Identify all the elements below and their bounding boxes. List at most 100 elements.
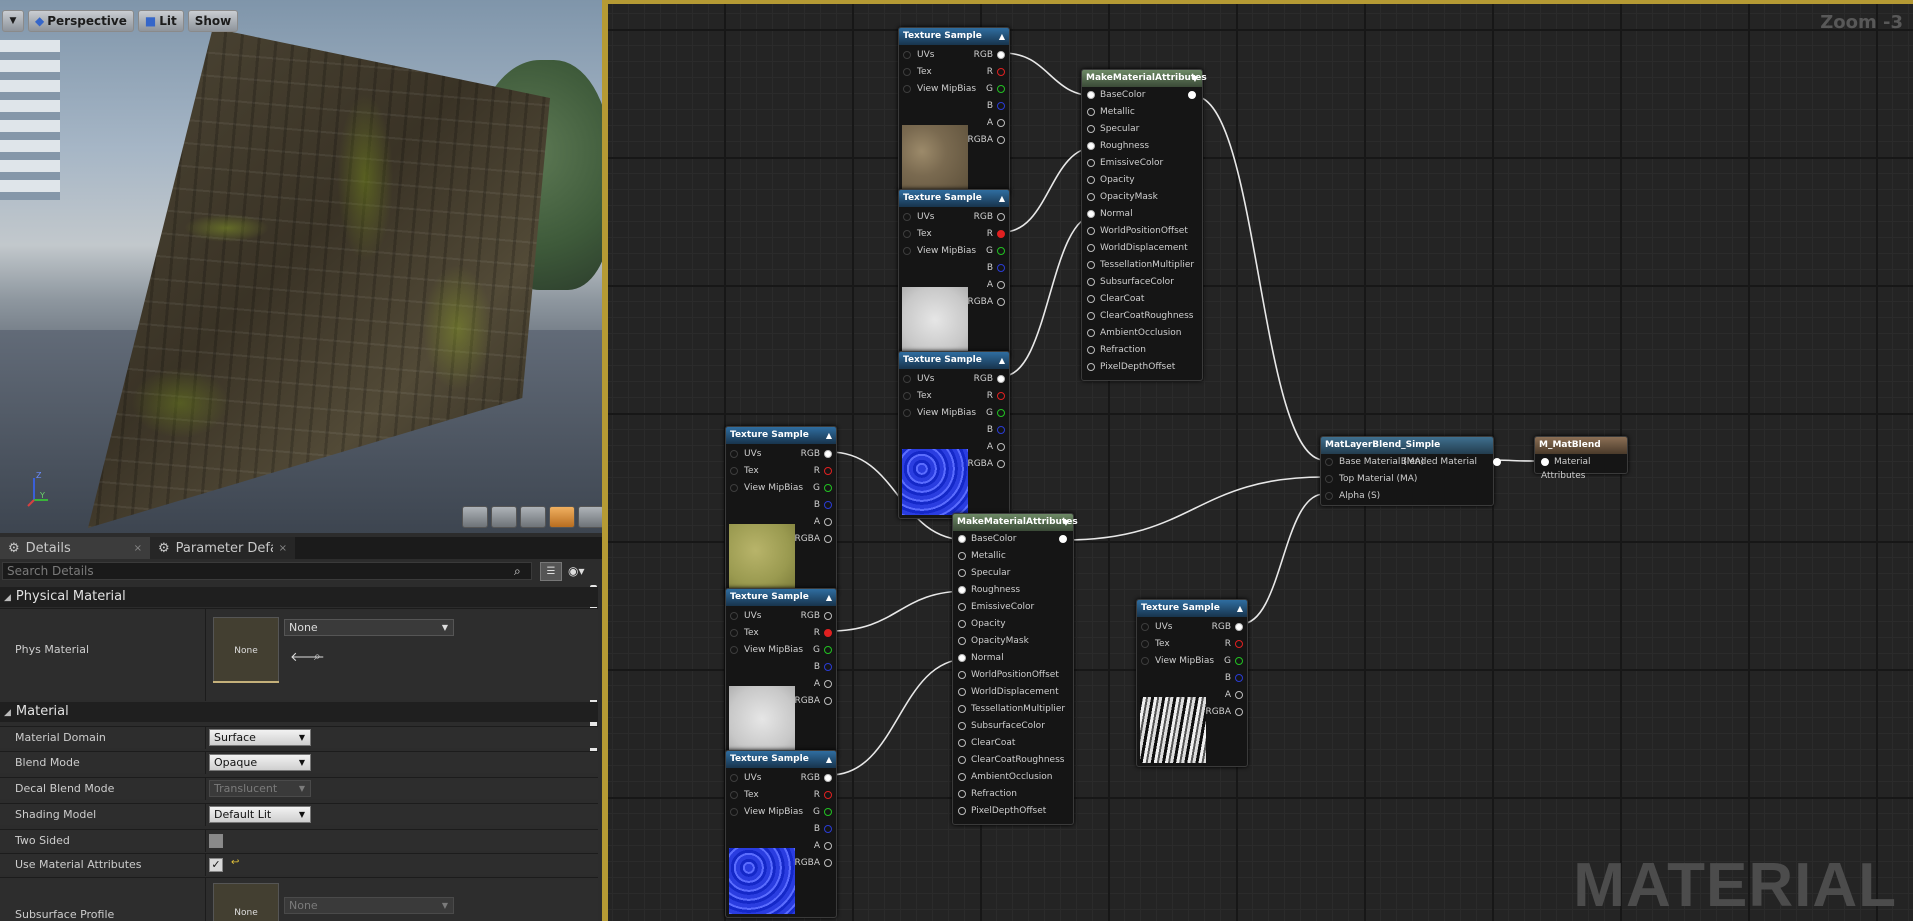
input-pin[interactable] [958, 603, 966, 611]
output-pin[interactable] [997, 443, 1005, 451]
collapse-node-icon[interactable]: ▼ [1192, 70, 1198, 87]
texture-sample-node[interactable]: Texture Sample ▲ UVs Tex View MipBias RGB R G B A… [898, 189, 1010, 357]
input-pin[interactable] [903, 392, 911, 400]
cube-mesh-button[interactable] [549, 506, 575, 528]
node-header[interactable]: MatLayerBlend_Simple [1321, 437, 1493, 454]
input-pin[interactable] [958, 722, 966, 730]
output-pin[interactable] [824, 791, 832, 799]
node-header[interactable]: Texture Sample ▲ [899, 28, 1009, 45]
input-pin[interactable] [1325, 475, 1333, 483]
viewport-options-button[interactable]: ▼ [2, 10, 24, 32]
node-header[interactable]: Texture Sample ▲ [726, 427, 836, 444]
input-pin[interactable] [730, 450, 738, 458]
output-pin[interactable] [1188, 91, 1196, 99]
input-pin[interactable] [1087, 159, 1095, 167]
output-pin[interactable] [824, 842, 832, 850]
input-pin[interactable] [1087, 210, 1095, 218]
tab-parameter-defaults[interactable]: ⚙ Parameter Defaults × [150, 537, 295, 559]
input-pin[interactable] [1087, 142, 1095, 150]
output-pin[interactable] [997, 68, 1005, 76]
view-options-grid-button[interactable]: ☰ [540, 562, 562, 581]
input-pin[interactable] [1087, 363, 1095, 371]
output-pin[interactable] [824, 450, 832, 458]
collapse-node-icon[interactable]: ▼ [1063, 514, 1069, 531]
output-pin[interactable] [824, 825, 832, 833]
input-pin[interactable] [958, 637, 966, 645]
input-pin[interactable] [1325, 458, 1333, 466]
use-material-attributes-checkbox[interactable]: ✓ [209, 858, 223, 872]
connection-wire[interactable] [1240, 493, 1325, 625]
node-header[interactable]: Texture Sample ▲ [726, 751, 836, 768]
input-pin[interactable] [1087, 329, 1095, 337]
output-pin[interactable] [1059, 535, 1067, 543]
input-pin[interactable] [1141, 640, 1149, 648]
input-pin[interactable] [958, 569, 966, 577]
output-pin[interactable] [824, 774, 832, 782]
output-pin[interactable] [824, 629, 832, 637]
input-pin[interactable] [903, 375, 911, 383]
browse-search-icon[interactable]: ⌕ [314, 649, 321, 664]
output-pin[interactable] [997, 247, 1005, 255]
material-preview-viewport[interactable]: ▼ ◆ Perspective ■ Lit Show Z Y [0, 0, 602, 533]
input-pin[interactable] [958, 790, 966, 798]
category-physical-material[interactable]: ◢ Physical Material [0, 587, 598, 607]
subsurface-profile-thumbnail[interactable]: None [213, 883, 279, 921]
input-pin[interactable] [958, 739, 966, 747]
search-icon[interactable]: ⌕ [514, 564, 521, 579]
phys-material-thumbnail[interactable]: None [213, 617, 279, 683]
reset-to-default-icon[interactable]: ↩ [231, 857, 239, 868]
collapse-node-icon[interactable]: ▲ [826, 427, 832, 444]
input-pin[interactable] [958, 552, 966, 560]
node-header[interactable]: MakeMaterialAttributes ▼ [953, 514, 1078, 531]
collapse-node-icon[interactable]: ▲ [999, 352, 1005, 369]
input-pin[interactable] [1087, 261, 1095, 269]
output-pin[interactable] [997, 102, 1005, 110]
make-material-attributes-node[interactable]: MakeMaterialAttributes ▼ BaseColor Metallic… [952, 513, 1078, 825]
input-pin[interactable] [730, 791, 738, 799]
output-pin[interactable] [997, 136, 1005, 144]
output-pin[interactable] [1235, 708, 1243, 716]
input-pin[interactable] [730, 646, 738, 654]
connection-wire[interactable] [829, 658, 968, 776]
texture-sample-node[interactable]: Texture Sample ▲ UVs Tex View MipBias RGB R G B A… [725, 588, 837, 756]
input-pin[interactable] [1087, 227, 1095, 235]
input-pin[interactable] [903, 51, 911, 59]
node-header[interactable]: Texture Sample ▲ [899, 190, 1009, 207]
make-material-attributes-node[interactable]: MakeMaterialAttributes ▼ BaseColor Metallic… [1081, 69, 1207, 381]
input-pin[interactable] [1087, 346, 1095, 354]
input-pin[interactable] [958, 705, 966, 713]
input-pin[interactable] [1087, 193, 1095, 201]
cylinder-mesh-button[interactable] [462, 506, 488, 528]
texture-sample-node[interactable]: Texture Sample ▲ UVs Tex View MipBias RGB R G B A… [1136, 599, 1248, 767]
input-pin[interactable] [730, 808, 738, 816]
show-button[interactable]: Show [187, 10, 239, 32]
input-pin[interactable] [958, 586, 966, 594]
output-pin[interactable] [997, 264, 1005, 272]
input-pin[interactable] [958, 671, 966, 679]
output-pin[interactable] [997, 409, 1005, 417]
phys-material-dropdown[interactable]: None [284, 619, 454, 636]
output-pin[interactable] [997, 460, 1005, 468]
two-sided-checkbox[interactable] [209, 834, 223, 848]
texture-sample-node[interactable]: Texture Sample ▲ UVs Tex View MipBias RGB R G B A… [725, 750, 837, 918]
texture-sample-node[interactable]: Texture Sample ▲ UVs Tex View MipBias RGB R G B A… [898, 351, 1010, 519]
input-pin[interactable] [730, 467, 738, 475]
input-pin[interactable] [1087, 312, 1095, 320]
output-pin[interactable] [824, 663, 832, 671]
node-header[interactable]: Texture Sample ▲ [899, 352, 1009, 369]
shading-model-dropdown[interactable]: Default Lit [209, 806, 311, 823]
output-pin[interactable] [997, 51, 1005, 59]
tab-details[interactable]: ⚙ Details × [0, 537, 150, 559]
input-pin[interactable] [1141, 623, 1149, 631]
output-pin[interactable] [1493, 458, 1501, 466]
input-pin[interactable] [1087, 278, 1095, 286]
input-pin[interactable] [1325, 492, 1333, 500]
input-pin[interactable] [730, 774, 738, 782]
input-pin[interactable] [903, 409, 911, 417]
material-graph-canvas[interactable]: Zoom -3 MATERIAL Texture Sample ▲ UVs Tex Vi… [602, 0, 1913, 921]
output-pin[interactable] [997, 85, 1005, 93]
connection-wire[interactable] [1193, 95, 1325, 461]
input-pin[interactable] [958, 654, 966, 662]
input-pin[interactable] [1087, 125, 1095, 133]
collapse-node-icon[interactable]: ▲ [999, 190, 1005, 207]
